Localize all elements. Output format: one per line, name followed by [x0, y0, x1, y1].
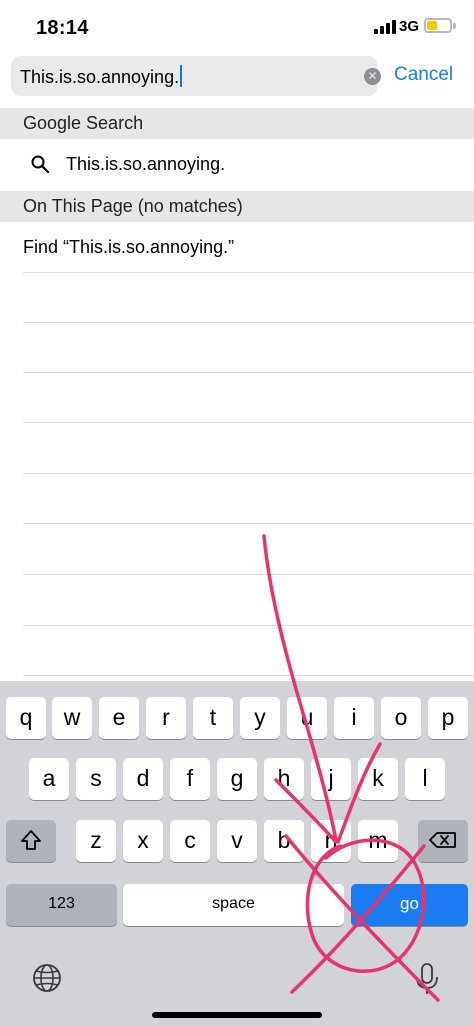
key-d[interactable]: d: [123, 758, 163, 800]
key-e[interactable]: e: [99, 697, 139, 739]
find-on-page-row[interactable]: Find “This.is.so.annoying.”: [0, 222, 474, 272]
key-o[interactable]: o: [381, 697, 421, 739]
row-separator: [23, 625, 474, 626]
battery-fill: [427, 21, 437, 30]
numbers-key[interactable]: 123: [6, 884, 117, 926]
suggestion-text: This.is.so.annoying.: [66, 154, 226, 174]
key-s[interactable]: s: [76, 758, 116, 800]
key-q[interactable]: q: [6, 697, 46, 739]
shift-key[interactable]: [6, 820, 56, 862]
key-v[interactable]: v: [217, 820, 257, 862]
key-p[interactable]: p: [428, 697, 468, 739]
space-key[interactable]: space: [123, 884, 344, 926]
key-x[interactable]: x: [123, 820, 163, 862]
find-on-page-text: Find “This.is.so.annoying.”: [23, 237, 235, 257]
row-separator: [23, 675, 474, 676]
signal-icon: [374, 20, 396, 34]
keyboard: q w e r t y u i o p a s d f g h j k l z …: [0, 681, 474, 1026]
key-i[interactable]: i: [334, 697, 374, 739]
search-suggestion-row[interactable]: This.is.so.annoying.: [0, 139, 474, 191]
network-label: 3G: [399, 18, 420, 35]
shift-icon: [21, 830, 41, 850]
status-bar: 18:14 3G: [0, 0, 474, 56]
key-w[interactable]: w: [52, 697, 92, 739]
key-k[interactable]: k: [358, 758, 398, 800]
key-j[interactable]: j: [311, 758, 351, 800]
key-n[interactable]: n: [311, 820, 351, 862]
key-y[interactable]: y: [240, 697, 280, 739]
cancel-button[interactable]: Cancel: [394, 64, 453, 86]
key-b[interactable]: b: [264, 820, 304, 862]
key-t[interactable]: t: [193, 697, 233, 739]
row-separator: [23, 523, 474, 524]
key-c[interactable]: c: [170, 820, 210, 862]
home-indicator: [152, 1012, 322, 1018]
magnifier-icon: [31, 155, 49, 173]
row-separator: [23, 322, 474, 323]
clear-icon[interactable]: ✕: [364, 68, 381, 85]
key-z[interactable]: z: [76, 820, 116, 862]
key-f[interactable]: f: [170, 758, 210, 800]
key-u[interactable]: u: [287, 697, 327, 739]
key-m[interactable]: m: [358, 820, 398, 862]
key-a[interactable]: a: [29, 758, 69, 800]
search-field[interactable]: This.is.so.annoying. ✕: [11, 56, 381, 96]
on-this-page-header: On This Page (no matches): [0, 191, 474, 222]
search-query: This.is.so.annoying.: [20, 67, 180, 87]
globe-icon[interactable]: [31, 962, 63, 994]
key-r[interactable]: r: [146, 697, 186, 739]
row-separator: [23, 473, 474, 474]
go-key[interactable]: go: [351, 884, 468, 926]
battery-cap: [453, 23, 456, 29]
backspace-key[interactable]: [418, 820, 468, 862]
microphone-icon[interactable]: [414, 962, 440, 996]
key-g[interactable]: g: [217, 758, 257, 800]
key-l[interactable]: l: [405, 758, 445, 800]
key-h[interactable]: h: [264, 758, 304, 800]
row-separator: [23, 574, 474, 575]
google-search-header: Google Search: [0, 108, 474, 139]
row-separator: [23, 272, 474, 273]
search-header: This.is.so.annoying. ✕ Cancel: [0, 56, 474, 108]
row-separator: [23, 372, 474, 373]
search-text[interactable]: This.is.so.annoying.: [20, 65, 183, 88]
battery-icon: [424, 18, 452, 33]
text-cursor: [180, 65, 183, 87]
backspace-icon: [429, 832, 456, 848]
row-separator: [23, 422, 474, 423]
status-time: 18:14: [36, 17, 89, 39]
